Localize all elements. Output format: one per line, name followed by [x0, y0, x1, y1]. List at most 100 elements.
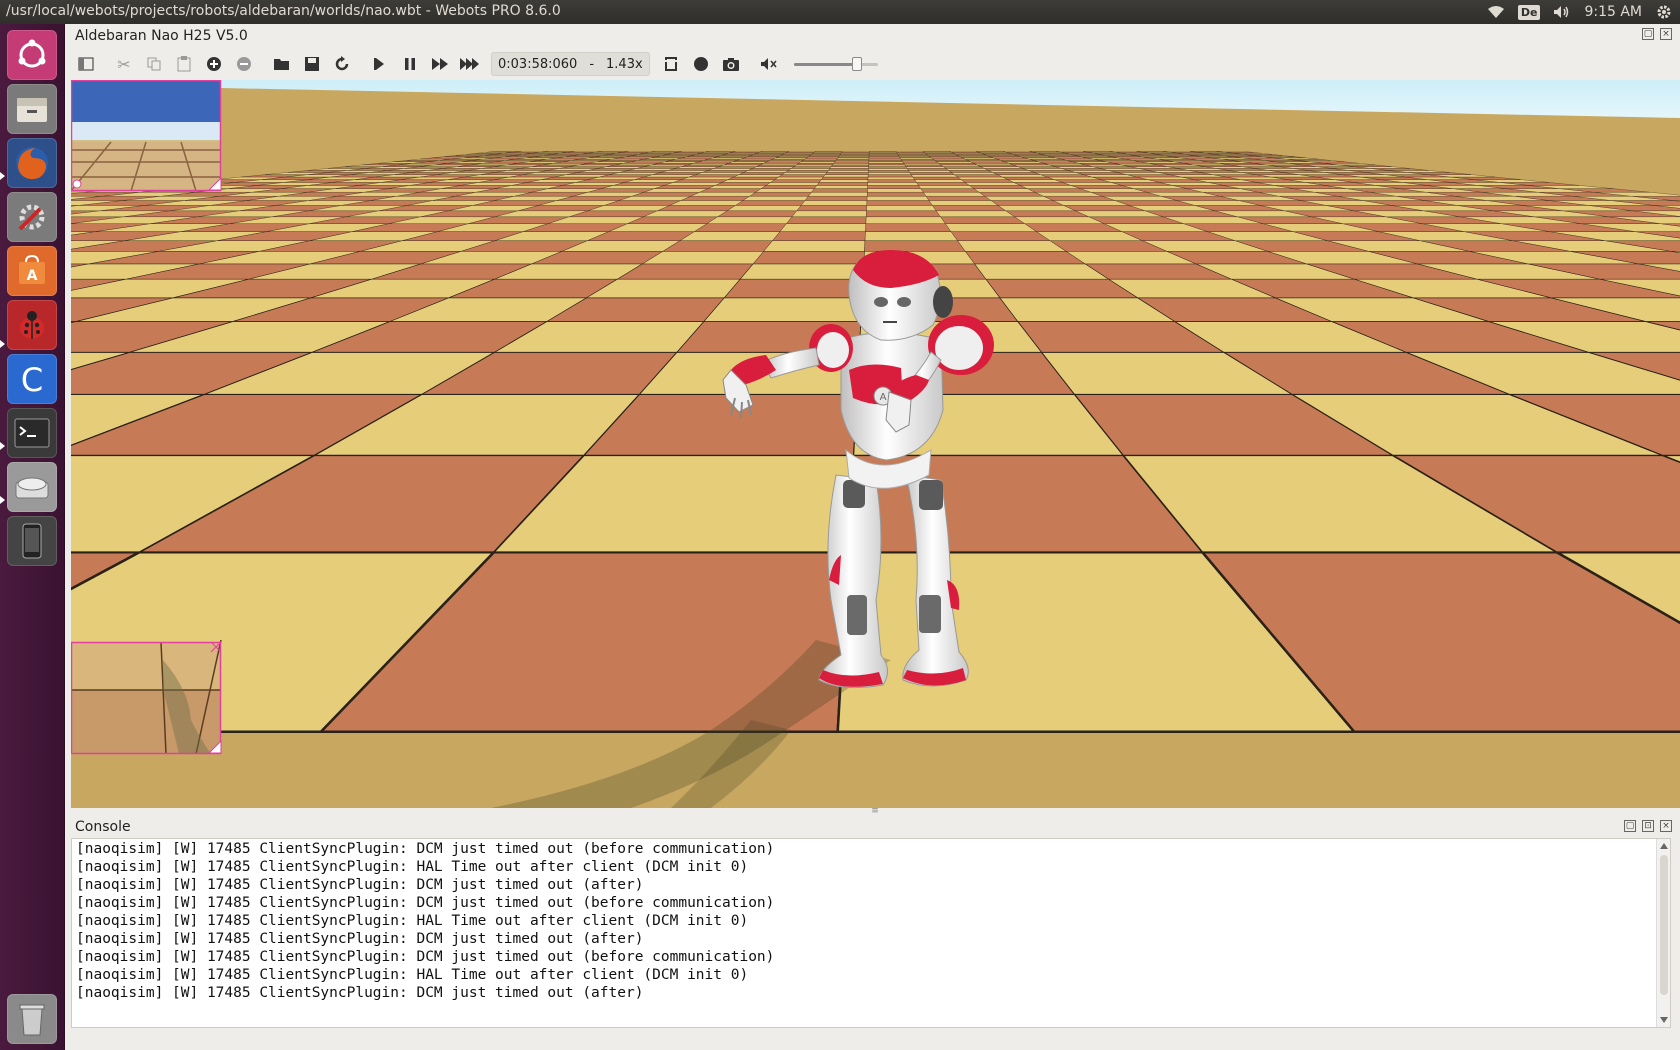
- cut-icon[interactable]: ✂: [109, 51, 139, 77]
- delete-node-icon[interactable]: [229, 51, 259, 77]
- console-line: [naoqisim] [W] 17485 ClientSyncPlugin: D…: [76, 949, 775, 965]
- floor-tile: [724, 163, 764, 166]
- floor-tile: [682, 156, 718, 158]
- keyboard-layout-indicator[interactable]: De: [1517, 4, 1541, 20]
- console-output[interactable]: [naoqisim] [W] 17485 ClientSyncPlugin: D…: [71, 838, 1671, 1028]
- terminal-icon[interactable]: [7, 408, 57, 458]
- floor-tile: [630, 160, 672, 162]
- floor-tile: [867, 182, 919, 186]
- screenshot-icon[interactable]: [716, 51, 746, 77]
- reload-world-icon[interactable]: [327, 51, 357, 77]
- scroll-down-icon[interactable]: [1660, 1017, 1668, 1023]
- scrollbar-thumb[interactable]: [1660, 855, 1668, 995]
- copy-icon[interactable]: [139, 51, 169, 77]
- open-world-icon[interactable]: [267, 51, 297, 77]
- pause-icon[interactable]: [395, 51, 425, 77]
- wifi-icon[interactable]: [1486, 2, 1506, 22]
- 3d-scene[interactable]: A: [71, 80, 1680, 808]
- system-settings-icon[interactable]: [7, 192, 57, 242]
- floor-tile: [955, 154, 988, 156]
- floor-tile: [992, 172, 1041, 175]
- floor-tile: [798, 161, 836, 164]
- floor-tile: [689, 174, 740, 178]
- bottom-camera-overlay[interactable]: [71, 639, 222, 755]
- fast-icon[interactable]: [455, 51, 485, 77]
- volume-slider-knob[interactable]: [851, 57, 862, 71]
- record-movie-icon[interactable]: [656, 51, 686, 77]
- simulation-time-display: 0:03:58:060 - 1.43x: [491, 52, 650, 76]
- floor-tile: [945, 168, 989, 171]
- floor-tile: [824, 172, 869, 175]
- floor-tile: [837, 156, 870, 158]
- console-float-icon[interactable]: ▢: [1624, 820, 1636, 832]
- floor-tile: [1016, 155, 1052, 157]
- floor-tile: [950, 231, 1051, 241]
- floor-tile: [763, 240, 866, 252]
- record-animation-icon[interactable]: [686, 51, 716, 77]
- 3d-world-view[interactable]: A: [71, 80, 1680, 808]
- settings-gear-icon[interactable]: [1654, 2, 1674, 22]
- trash-icon[interactable]: [7, 994, 57, 1044]
- software-center-icon[interactable]: A: [7, 246, 57, 296]
- floor-tile: [927, 155, 961, 157]
- floor-tile: [708, 168, 753, 171]
- floor-tile: [756, 164, 797, 167]
- floor-tile: [668, 168, 715, 171]
- phone-icon[interactable]: [7, 516, 57, 566]
- floor-tile: [652, 172, 703, 175]
- svg-text:A: A: [880, 392, 887, 403]
- floor-tile: [707, 185, 767, 189]
- run-icon[interactable]: [425, 51, 455, 77]
- floor-tile: [826, 170, 869, 173]
- floor-tile: [867, 176, 915, 180]
- toggle-scene-tree-icon[interactable]: [71, 51, 101, 77]
- volume-icon[interactable]: [1552, 2, 1572, 22]
- clion-icon[interactable]: C: [7, 354, 57, 404]
- floor-tile: [690, 192, 757, 197]
- floor-tile: [1007, 179, 1063, 183]
- floor-tile: [898, 155, 931, 157]
- console-scrollbar[interactable]: [1656, 839, 1670, 1027]
- floor-tile: [623, 161, 666, 164]
- floor-tile: [918, 185, 975, 189]
- paste-icon[interactable]: [169, 51, 199, 77]
- volume-slider[interactable]: [793, 53, 878, 75]
- disk-icon[interactable]: [7, 462, 57, 512]
- floor-tile: [914, 179, 966, 183]
- floor-tile: [925, 196, 992, 201]
- floor-tile: [706, 216, 793, 224]
- floor-tile: [864, 231, 958, 241]
- floor-tile: [1002, 176, 1055, 180]
- mute-icon[interactable]: [754, 51, 784, 77]
- floor-tile: [775, 156, 809, 158]
- top-camera-overlay[interactable]: [71, 80, 222, 192]
- add-node-icon[interactable]: [199, 51, 229, 77]
- save-world-icon[interactable]: [297, 51, 327, 77]
- floor-tile: [935, 210, 1016, 217]
- floor-tile: [713, 166, 757, 169]
- robot-title: Aldebaran Nao H25 V5.0: [75, 28, 248, 44]
- console-close-icon[interactable]: ×: [1660, 820, 1672, 832]
- float-icon[interactable]: ▢: [1642, 28, 1654, 40]
- webots-ladybug-icon[interactable]: [7, 300, 57, 350]
- firefox-icon[interactable]: [7, 138, 57, 188]
- console-clear-icon[interactable]: ⊡: [1642, 820, 1654, 832]
- clock[interactable]: 9:15 AM: [1584, 4, 1642, 20]
- floor-tile: [868, 168, 909, 171]
- floor-tile: [784, 170, 829, 173]
- floor-tile: [902, 161, 940, 164]
- floor-tile: [725, 153, 758, 155]
- floor-tile: [680, 196, 751, 201]
- ubuntu-dash-icon[interactable]: [7, 30, 57, 80]
- step-icon[interactable]: [365, 51, 395, 77]
- floor-tile: [945, 223, 1038, 232]
- floor-tile: [993, 157, 1030, 160]
- floor-tile: [1024, 157, 1062, 160]
- close-icon[interactable]: ×: [1660, 28, 1672, 40]
- files-icon[interactable]: [7, 84, 57, 134]
- floor-tile: [968, 185, 1028, 189]
- scroll-up-icon[interactable]: [1660, 843, 1668, 849]
- view-console-splitter[interactable]: ≡: [870, 807, 880, 816]
- floor-tile: [806, 156, 840, 158]
- floor-tile: [866, 200, 933, 206]
